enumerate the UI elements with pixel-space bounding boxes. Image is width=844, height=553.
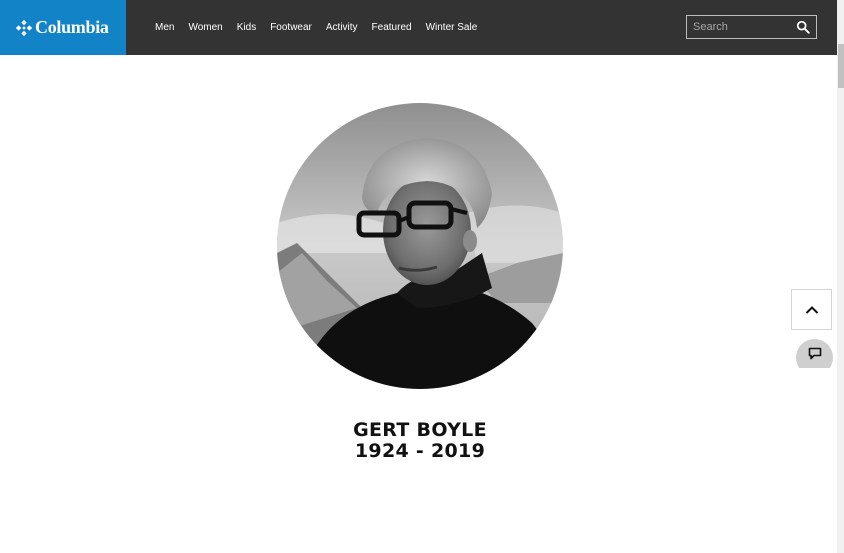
tribute-years: 1924 - 2019 <box>354 440 486 462</box>
search-box <box>686 15 817 39</box>
brand-name: Columbia <box>35 17 109 37</box>
search-icon[interactable] <box>796 20 810 34</box>
chevron-up-icon <box>805 305 818 314</box>
chat-icon <box>808 347 821 360</box>
site-header: Columbia Men Women Kids Footwear Activit… <box>0 0 837 55</box>
tribute-name: GERT BOYLE <box>353 419 487 441</box>
search-input[interactable] <box>687 21 787 33</box>
gert-boyle-portrait <box>277 103 563 389</box>
back-to-top-button[interactable] <box>791 289 832 330</box>
portrait-image <box>277 103 563 389</box>
nav-item-activity[interactable]: Activity <box>326 22 358 33</box>
nav-item-men[interactable]: Men <box>155 22 174 33</box>
nav-item-kids[interactable]: Kids <box>237 22 256 33</box>
chat-button[interactable] <box>796 339 833 368</box>
page-scrollbar[interactable] <box>837 0 844 553</box>
columbia-logo[interactable]: Columbia <box>0 0 126 55</box>
page: Columbia Men Women Kids Footwear Activit… <box>0 0 844 553</box>
nav-item-women[interactable]: Women <box>188 22 222 33</box>
nav-item-featured[interactable]: Featured <box>372 22 412 33</box>
scrollbar-thumb[interactable] <box>838 44 844 88</box>
columbia-diamond-icon <box>15 19 33 36</box>
main-nav: Men Women Kids Footwear Activity Feature… <box>155 0 491 55</box>
nav-item-winter-sale[interactable]: Winter Sale <box>426 22 478 33</box>
tribute-caption: GERT BOYLE 1924 - 2019 <box>280 420 560 462</box>
nav-item-footwear[interactable]: Footwear <box>270 22 312 33</box>
chat-button-circle <box>796 339 833 368</box>
